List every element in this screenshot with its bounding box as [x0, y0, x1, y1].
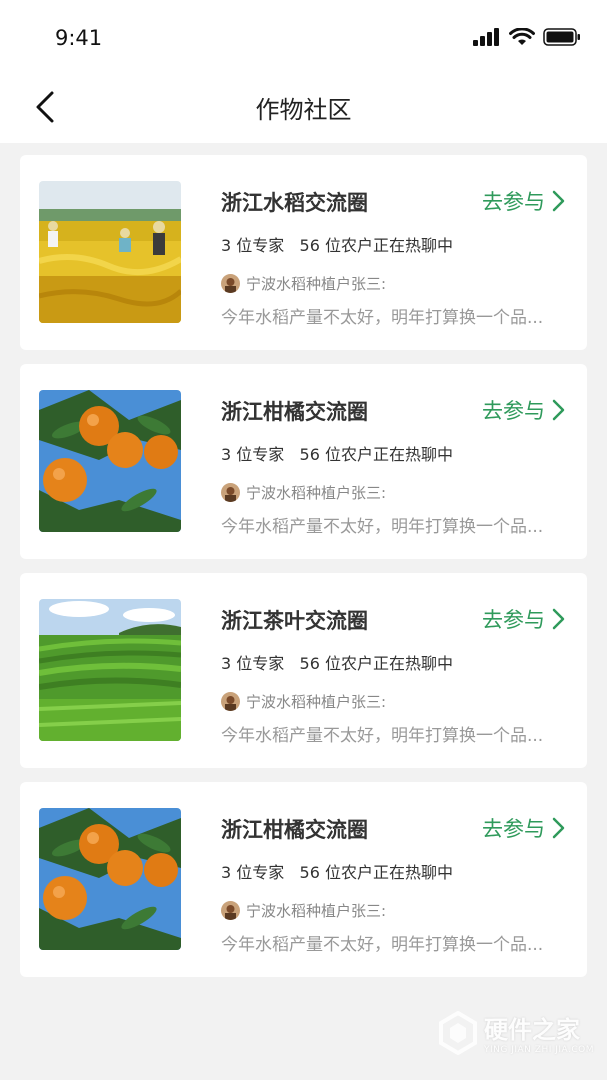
community-card[interactable]: 浙江柑橘交流圈 去参与 3 位专家 56 位农户正在热聊中 宁波水稻种植户张三:…	[20, 782, 587, 977]
join-button[interactable]: 去参与	[482, 813, 565, 843]
avatar	[221, 483, 240, 502]
watermark-url: YING JIAN ZHI JIA.COM	[484, 1045, 595, 1055]
chevron-right-icon	[552, 817, 565, 839]
card-stats: 3 位专家 56 位农户正在热聊中	[221, 236, 453, 255]
latest-message: 今年水稻产量不太好，明年打算换一个品...	[221, 517, 544, 537]
community-card[interactable]: 浙江柑橘交流圈 去参与 3 位专家 56 位农户正在热聊中 宁波水稻种植户张三:…	[20, 364, 587, 559]
join-label: 去参与	[482, 399, 545, 423]
latest-message: 今年水稻产量不太好，明年打算换一个品...	[221, 935, 544, 955]
author-name: 宁波水稻种植户张三:	[246, 484, 387, 502]
community-card[interactable]: 浙江茶叶交流圈 去参与 3 位专家 56 位农户正在热聊中 宁波水稻种植户张三:…	[20, 573, 587, 768]
rice-field-image	[39, 181, 181, 323]
chevron-right-icon	[552, 608, 565, 630]
join-label: 去参与	[482, 608, 545, 632]
latest-message: 今年水稻产量不太好，明年打算换一个品...	[221, 726, 544, 746]
tea-plantation-image	[39, 599, 181, 741]
card-title: 浙江柑橘交流圈	[221, 818, 368, 842]
chevron-right-icon	[552, 190, 565, 212]
latest-author: 宁波水稻种植户张三:	[221, 691, 386, 712]
join-button[interactable]: 去参与	[482, 395, 565, 425]
status-time: 9:41	[55, 26, 103, 50]
author-name: 宁波水稻种植户张三:	[246, 693, 387, 711]
hexagon-logo-icon	[439, 1010, 477, 1055]
join-button[interactable]: 去参与	[482, 186, 565, 216]
card-title: 浙江茶叶交流圈	[221, 609, 368, 633]
latest-author: 宁波水稻种植户张三:	[221, 273, 386, 294]
card-stats: 3 位专家 56 位农户正在热聊中	[221, 445, 453, 464]
battery-icon	[543, 28, 580, 46]
author-name: 宁波水稻种植户张三:	[246, 902, 387, 920]
chevron-right-icon	[552, 399, 565, 421]
watermark-name: 硬件之家	[484, 1016, 580, 1044]
author-name: 宁波水稻种植户张三:	[246, 275, 387, 293]
latest-message: 今年水稻产量不太好，明年打算换一个品...	[221, 308, 544, 328]
join-button[interactable]: 去参与	[482, 604, 565, 634]
card-stats: 3 位专家 56 位农户正在热聊中	[221, 863, 453, 882]
latest-author: 宁波水稻种植户张三:	[221, 482, 386, 503]
card-title: 浙江水稻交流圈	[221, 191, 368, 215]
signal-icon	[473, 28, 499, 46]
site-watermark: 硬件之家 YING JIAN ZHI JIA.COM	[438, 1010, 594, 1055]
join-label: 去参与	[482, 190, 545, 214]
latest-author: 宁波水稻种植户张三:	[221, 900, 386, 921]
wifi-icon	[509, 28, 535, 45]
page-title: 作物社区	[255, 96, 352, 124]
nav-bar: 作物社区	[0, 75, 607, 143]
community-card[interactable]: 浙江水稻交流圈 去参与 3 位专家 56 位农户正在热聊中 宁波水稻种植户张三:…	[20, 155, 587, 350]
tangerines-image	[39, 390, 181, 532]
avatar	[221, 692, 240, 711]
status-bar: 9:41	[0, 0, 607, 75]
status-icons	[473, 28, 581, 46]
tangerines-image	[39, 808, 181, 950]
card-title: 浙江柑橘交流圈	[221, 400, 368, 424]
avatar	[221, 274, 240, 293]
join-label: 去参与	[482, 817, 545, 841]
card-stats: 3 位专家 56 位农户正在热聊中	[221, 654, 453, 673]
avatar	[221, 901, 240, 920]
